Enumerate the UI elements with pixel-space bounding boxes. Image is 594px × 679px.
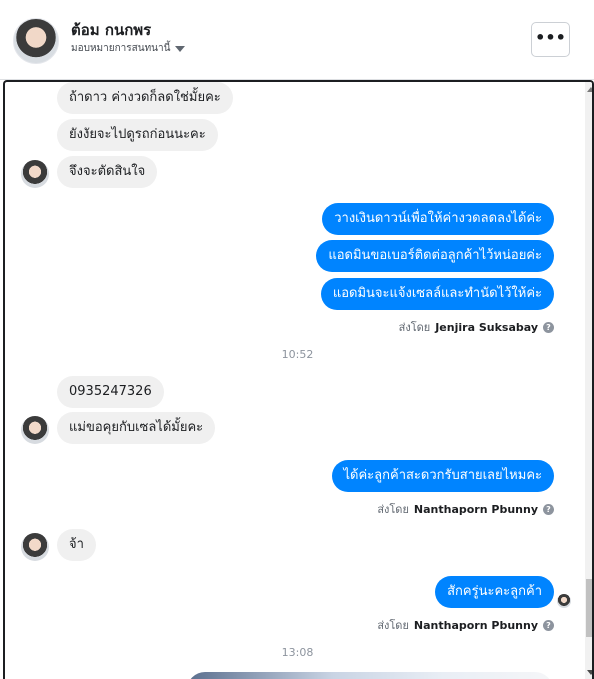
contact-avatar-small bbox=[21, 416, 49, 444]
sent-by-line: ส่งโดย Jenjira Suksabay ? bbox=[399, 318, 554, 336]
sent-by-prefix: ส่งโดย bbox=[377, 619, 409, 632]
assign-conversation[interactable]: มอบหมายการสนทนานี้ bbox=[71, 41, 186, 56]
sender-name[interactable]: Nanthaporn Pbunny bbox=[414, 619, 538, 632]
sent-by-line: ส่งโดย Nanthaporn Pbunny ? bbox=[377, 500, 554, 518]
seen-avatar bbox=[557, 594, 571, 608]
message-outgoing[interactable]: แอดมินจะแจ้งเซลล์และทำนัดไว้ให้ค่ะ bbox=[320, 278, 554, 310]
sent-by-prefix: ส่งโดย bbox=[377, 503, 409, 516]
message-incoming[interactable]: 0935247326 bbox=[57, 376, 164, 408]
contact-name[interactable]: ต้อม กนกพร bbox=[71, 18, 151, 42]
sender-name[interactable]: Jenjira Suksabay bbox=[435, 321, 538, 334]
sender-name[interactable]: Nanthaporn Pbunny bbox=[414, 503, 538, 516]
scrollbar-thumb[interactable] bbox=[586, 579, 592, 637]
message-thread: ถ้าดาว ค่างวดก็ลดใช่มั้ยคะ ยังงัยจะไปดูร… bbox=[3, 80, 594, 679]
contact-avatar[interactable] bbox=[13, 18, 59, 64]
timestamp: 13:08 bbox=[281, 646, 314, 659]
more-options-button[interactable]: ••• bbox=[531, 22, 570, 57]
contact-avatar-small bbox=[21, 160, 49, 188]
conversation-header: ต้อม กนกพร มอบหมายการสนทนานี้ ••• bbox=[0, 0, 594, 80]
image-attachment[interactable] bbox=[187, 672, 553, 679]
sent-by-prefix: ส่งโดย bbox=[398, 321, 431, 334]
contact-avatar-small bbox=[21, 533, 49, 561]
info-icon[interactable]: ? bbox=[543, 619, 554, 631]
info-icon[interactable]: ? bbox=[543, 321, 554, 333]
message-outgoing[interactable]: วางเงินดาวน์เพื่อให้ค่างวดลดลงได้ค่ะ bbox=[322, 203, 554, 235]
message-incoming[interactable]: จ้า bbox=[57, 529, 96, 561]
timestamp: 10:52 bbox=[281, 348, 314, 361]
scroll-up-icon[interactable] bbox=[587, 87, 592, 92]
message-outgoing[interactable]: ได้ค่ะลูกค้าสะดวกรับสายเลยไหมคะ bbox=[331, 460, 554, 492]
message-outgoing[interactable]: แอดมินขอเบอร์ติดต่อลูกค้าไว้หน่อยค่ะ bbox=[316, 240, 554, 272]
message-outgoing[interactable]: สักครู่นะคะลูกค้า bbox=[435, 576, 554, 608]
assign-label: มอบหมายการสนทนานี้ bbox=[71, 43, 171, 54]
caret-down-icon bbox=[175, 45, 186, 52]
message-incoming[interactable]: แม่ขอคุยกับเซลได้มั้ยคะ bbox=[57, 412, 216, 444]
message-incoming[interactable]: ถ้าดาว ค่างวดก็ลดใช่มั้ยคะ bbox=[57, 82, 233, 114]
scroll-down-icon[interactable] bbox=[587, 670, 592, 675]
sent-by-line: ส่งโดย Nanthaporn Pbunny ? bbox=[377, 616, 554, 634]
message-incoming[interactable]: จึงจะตัดสินใจ bbox=[57, 156, 158, 188]
message-incoming[interactable]: ยังงัยจะไปดูรถก่อนนะคะ bbox=[57, 119, 218, 151]
info-icon[interactable]: ? bbox=[543, 503, 554, 515]
